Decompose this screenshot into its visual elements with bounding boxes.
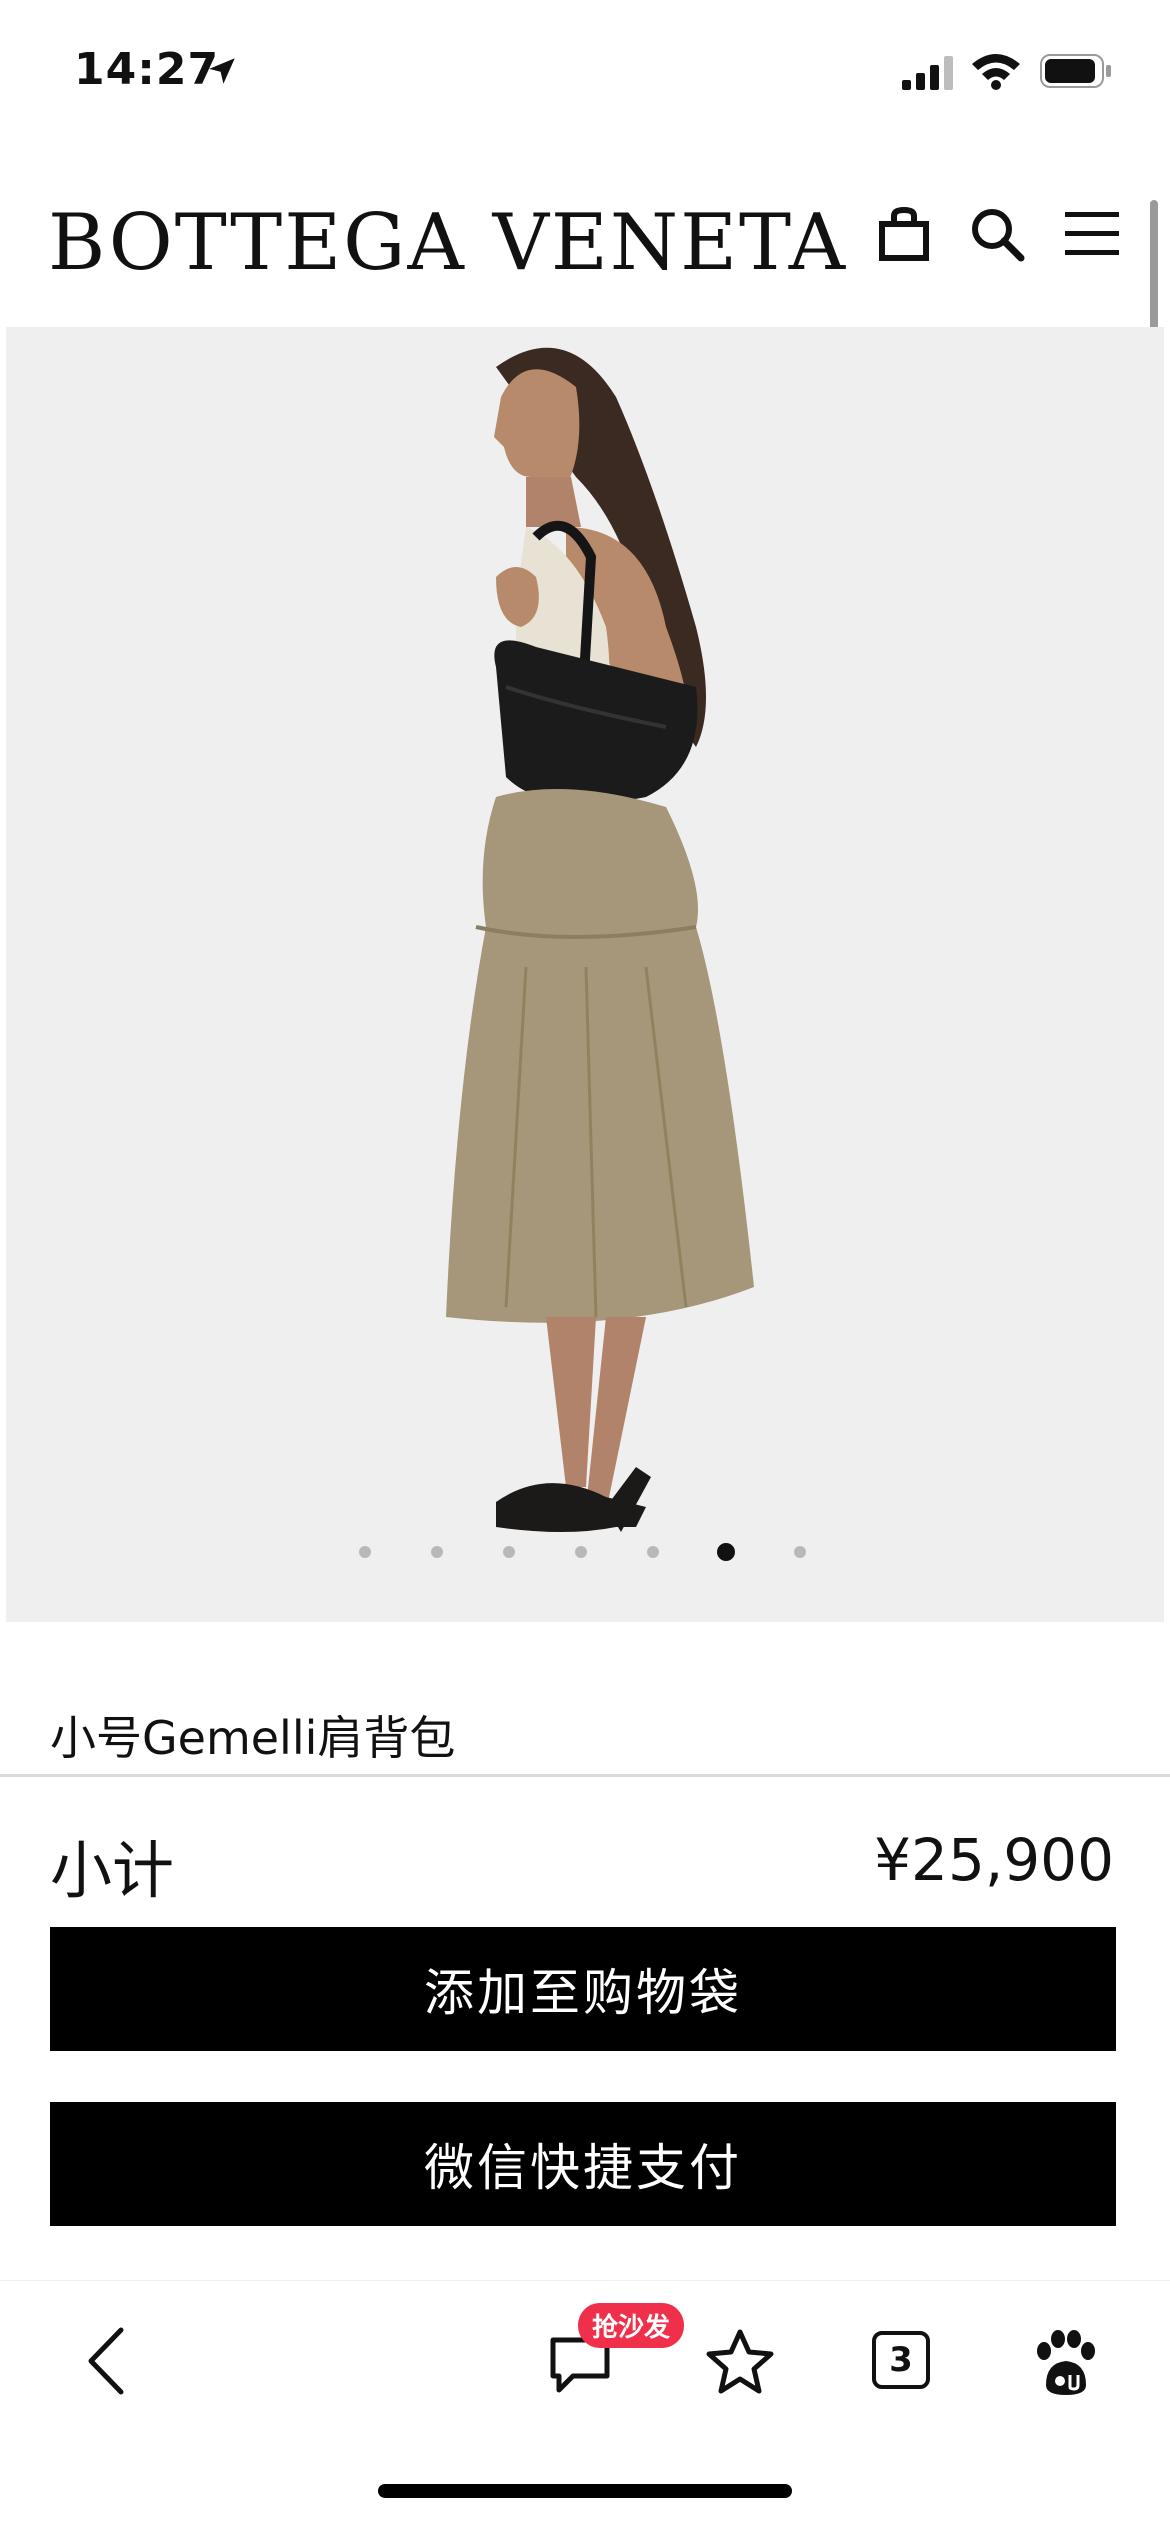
carousel-dot[interactable]	[647, 1546, 659, 1558]
carousel-dot[interactable]	[359, 1546, 371, 1558]
model-figure	[446, 347, 754, 1532]
subtotal-label: 小计	[50, 1834, 175, 1907]
tab-count: 3	[872, 2331, 930, 2389]
wechat-pay-button[interactable]: 微信快捷支付	[50, 2102, 1116, 2226]
comment-badge[interactable]: 抢沙发	[578, 2303, 685, 2348]
carousel-dot-active[interactable]	[717, 1543, 735, 1561]
divider	[0, 1774, 1170, 1777]
search-icon[interactable]	[965, 202, 1029, 266]
status-time: 14:27	[74, 44, 220, 95]
add-to-bag-button[interactable]: 添加至购物袋	[50, 1927, 1116, 2051]
shopping-bag-icon[interactable]	[872, 202, 936, 266]
brand-logo[interactable]: BOTTEGA VENETA	[48, 188, 847, 298]
tabs-button[interactable]: 3	[866, 2325, 936, 2395]
product-image[interactable]	[6, 327, 1164, 1622]
carousel-dot[interactable]	[431, 1546, 443, 1558]
back-chevron-icon[interactable]	[70, 2321, 140, 2401]
cellular-signal-icon	[902, 56, 953, 90]
baidu-paw-icon[interactable]	[1020, 2319, 1110, 2409]
subtotal-price: ¥25,900	[874, 1826, 1114, 1894]
hamburger-menu-icon[interactable]	[1060, 202, 1124, 266]
battery-icon	[1040, 54, 1111, 88]
star-favorite-icon[interactable]	[700, 2321, 780, 2401]
location-arrow-icon	[209, 58, 235, 84]
product-name: 小号Gemelli肩背包	[50, 1711, 456, 1765]
status-bar: 14:27	[0, 0, 1170, 140]
carousel-dot[interactable]	[575, 1546, 587, 1558]
home-indicator[interactable]	[378, 2484, 792, 2498]
wifi-icon	[972, 54, 1020, 90]
carousel-dots	[0, 1538, 1170, 1568]
site-header: BOTTEGA VENETA	[0, 180, 1170, 320]
carousel-dot[interactable]	[794, 1546, 806, 1558]
carousel-dot[interactable]	[503, 1546, 515, 1558]
